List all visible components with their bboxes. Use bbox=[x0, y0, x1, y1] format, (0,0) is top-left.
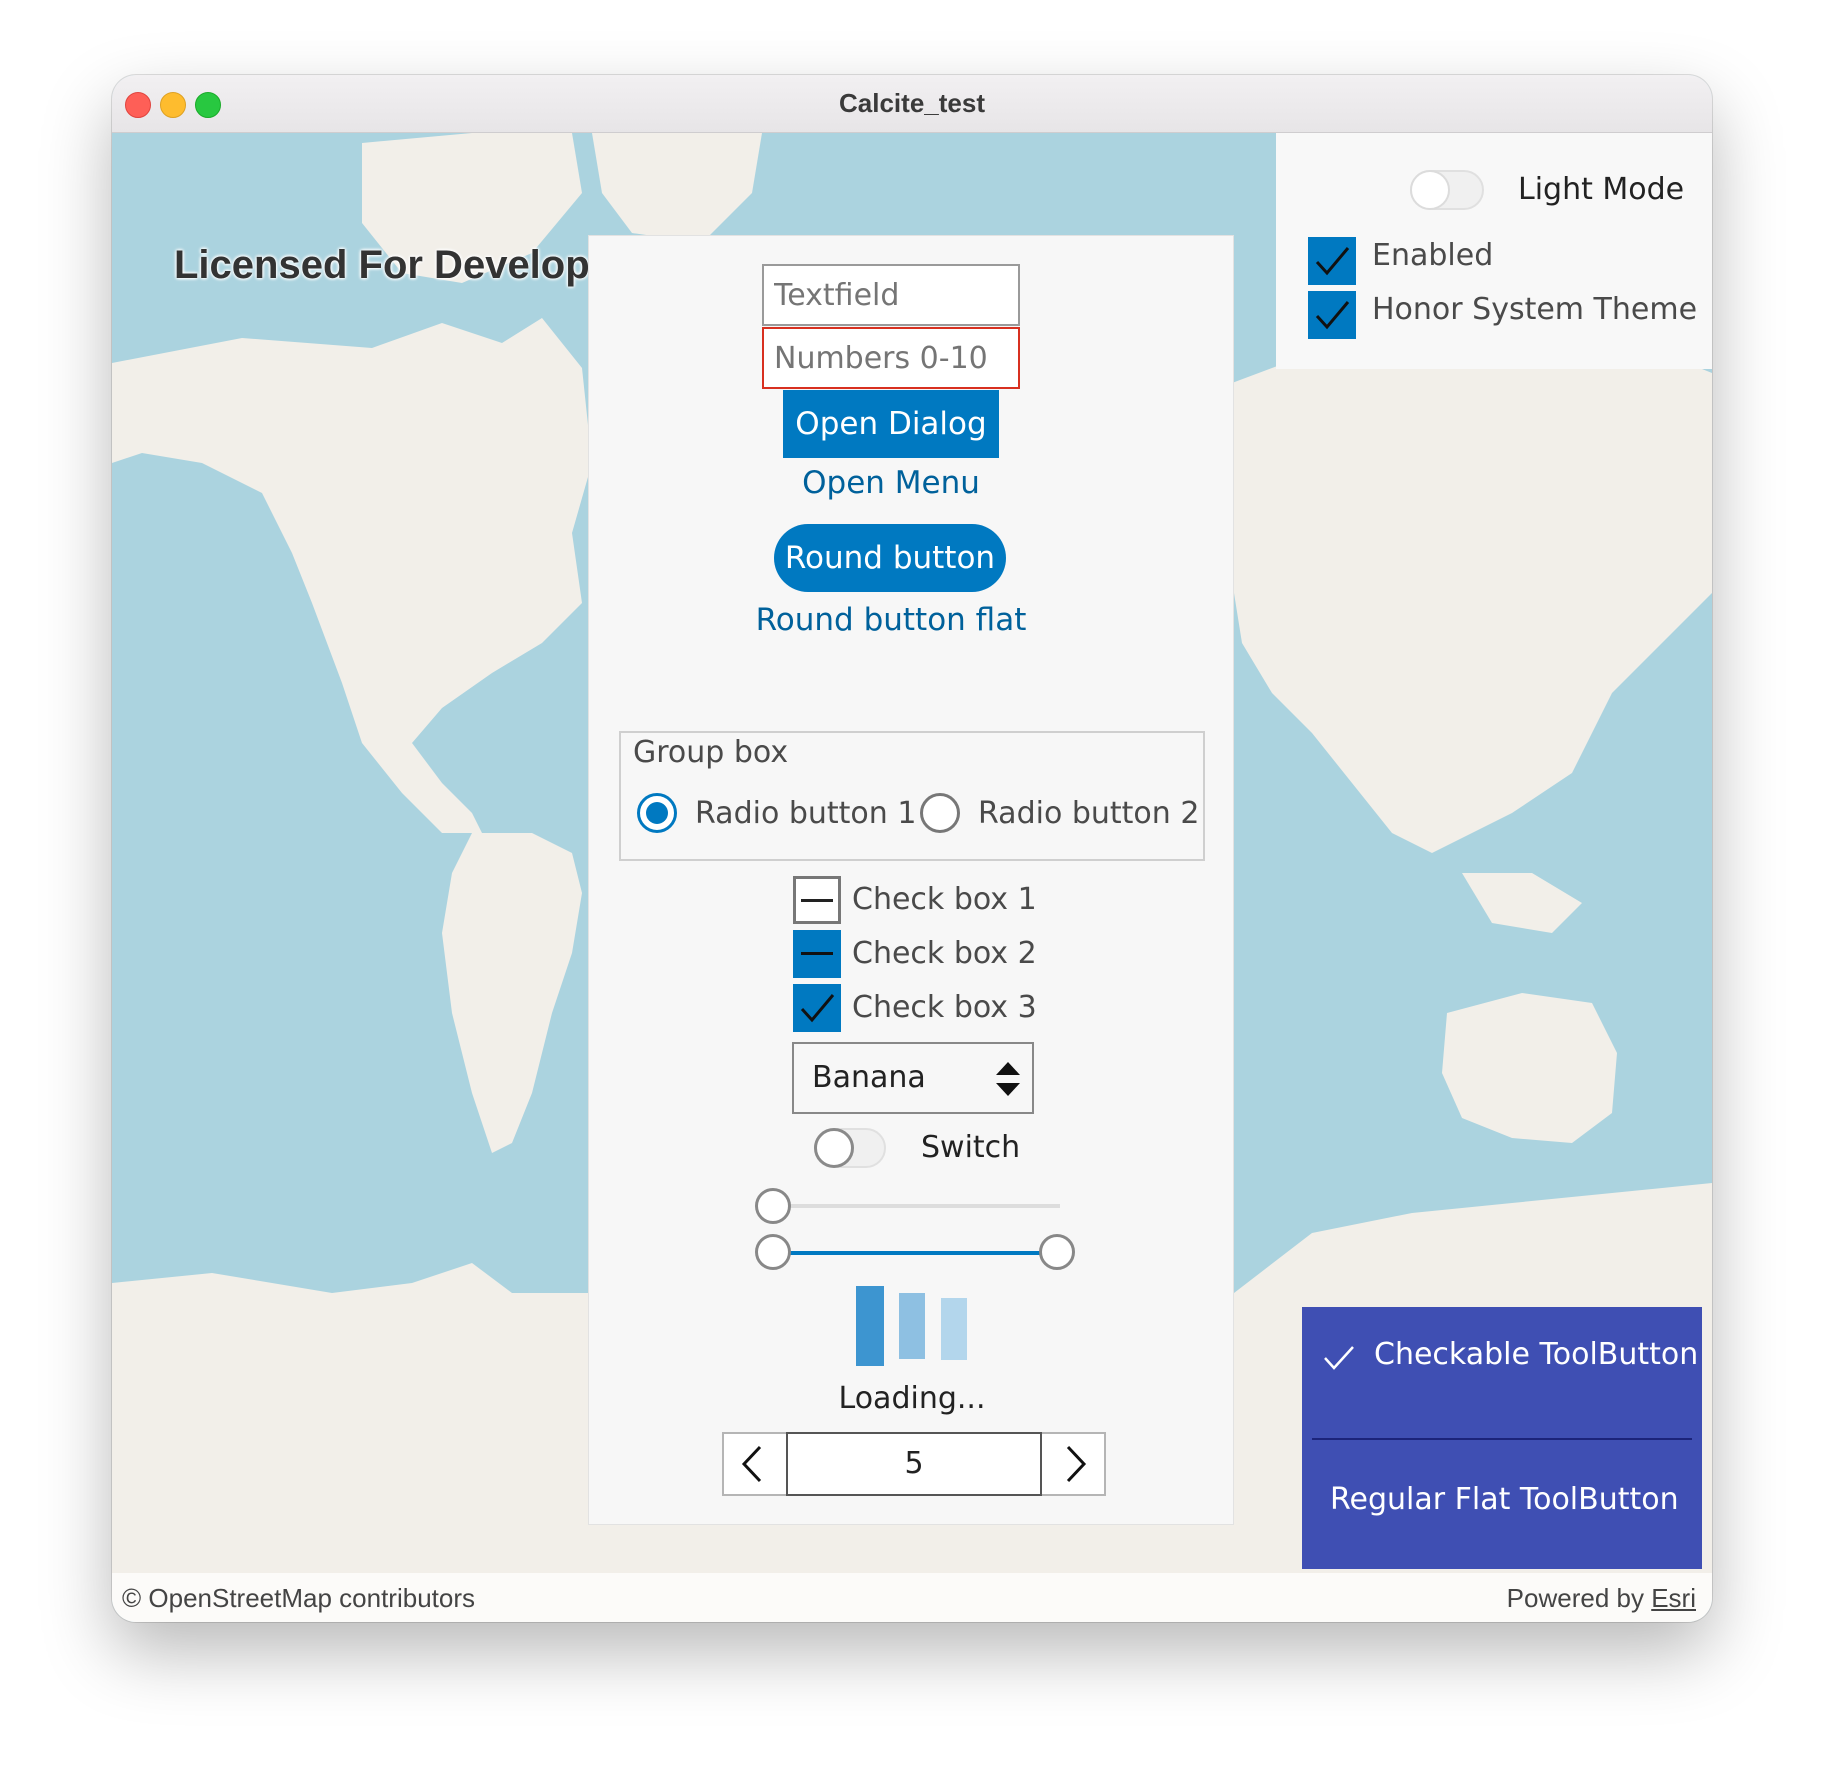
range-slider-end-handle[interactable] bbox=[1039, 1234, 1075, 1270]
group-box: Group box Radio button 1 Radio button 2 bbox=[619, 731, 1205, 861]
attribution-bar: © OpenStreetMap contributors Powered by … bbox=[112, 1573, 1712, 1622]
esri-attribution: Powered by Esri bbox=[1507, 1583, 1696, 1614]
fruit-combo-box[interactable]: Banana bbox=[792, 1042, 1034, 1114]
combo-value: Banana bbox=[812, 1060, 926, 1095]
honor-system-theme-checkbox[interactable] bbox=[1308, 291, 1356, 339]
switch-knob[interactable] bbox=[814, 1128, 854, 1168]
spin-increment-button[interactable] bbox=[1042, 1434, 1104, 1494]
numbers-input[interactable] bbox=[762, 327, 1020, 389]
enabled-checkbox[interactable] bbox=[1308, 237, 1356, 285]
window-title: Calcite_test bbox=[839, 88, 985, 118]
radio-button-1[interactable] bbox=[637, 793, 677, 833]
regular-flat-tool-button[interactable]: Regular Flat ToolButton bbox=[1302, 1440, 1702, 1569]
spin-value[interactable]: 5 bbox=[786, 1432, 1042, 1496]
esri-link[interactable]: Esri bbox=[1651, 1583, 1696, 1613]
radio-dot bbox=[646, 802, 668, 824]
partial-mark bbox=[801, 899, 833, 902]
theme-settings-panel: Light Mode Enabled Honor System Theme bbox=[1276, 133, 1712, 369]
check-icon bbox=[800, 994, 835, 1023]
textfield-input[interactable] bbox=[762, 264, 1020, 326]
partial-mark bbox=[801, 952, 833, 955]
checkable-tool-button[interactable]: Checkable ToolButton bbox=[1302, 1307, 1702, 1437]
app-window: Calcite_test Licensed For Developer Use … bbox=[112, 75, 1712, 1622]
check-box-3[interactable] bbox=[793, 984, 841, 1032]
busy-indicator-bar bbox=[941, 1298, 967, 1360]
check-box-1[interactable] bbox=[793, 876, 841, 924]
osm-attribution: © OpenStreetMap contributors bbox=[122, 1583, 475, 1613]
switch-label: Switch bbox=[921, 1130, 1021, 1165]
range-slider-track[interactable] bbox=[770, 1251, 1054, 1255]
chevron-left-icon bbox=[741, 1445, 762, 1483]
checkable-tool-button-label: Checkable ToolButton bbox=[1374, 1337, 1699, 1372]
slider-handle[interactable] bbox=[755, 1188, 791, 1224]
radio-button-2-label: Radio button 2 bbox=[978, 796, 1200, 831]
radio-button-2[interactable] bbox=[920, 793, 960, 833]
up-down-arrows-icon bbox=[996, 1062, 1020, 1096]
check-icon bbox=[1315, 301, 1350, 330]
radio-button-1-label: Radio button 1 bbox=[695, 796, 917, 831]
check-box-2[interactable] bbox=[793, 930, 841, 978]
loading-label: Loading... bbox=[838, 1381, 986, 1416]
open-menu-button[interactable]: Open Menu bbox=[739, 465, 1043, 501]
check-icon bbox=[1324, 1346, 1354, 1370]
light-mode-switch-knob[interactable] bbox=[1410, 170, 1450, 210]
open-dialog-button[interactable]: Open Dialog bbox=[783, 390, 999, 458]
group-box-title: Group box bbox=[633, 735, 789, 770]
check-box-2-label: Check box 2 bbox=[852, 936, 1037, 971]
title-bar: Calcite_test bbox=[112, 75, 1712, 133]
controls-panel: Open Dialog Open Menu Round button Round… bbox=[588, 235, 1234, 1525]
tool-button-panel: Checkable ToolButton Regular Flat ToolBu… bbox=[1302, 1307, 1702, 1569]
check-icon bbox=[1315, 247, 1350, 276]
range-slider-start-handle[interactable] bbox=[755, 1234, 791, 1270]
chevron-right-icon bbox=[1066, 1445, 1087, 1483]
check-box-1-label: Check box 1 bbox=[852, 882, 1037, 917]
round-button[interactable]: Round button bbox=[774, 524, 1006, 592]
check-box-3-label: Check box 3 bbox=[852, 990, 1037, 1025]
light-mode-label: Light Mode bbox=[1518, 172, 1685, 207]
round-button-flat[interactable]: Round button flat bbox=[739, 602, 1043, 638]
spin-decrement-button[interactable] bbox=[724, 1434, 786, 1494]
honor-system-theme-label: Honor System Theme bbox=[1372, 292, 1698, 327]
regular-flat-tool-button-label: Regular Flat ToolButton bbox=[1330, 1482, 1679, 1517]
powered-by-text: Powered by bbox=[1506, 1583, 1644, 1613]
busy-indicator-bar bbox=[899, 1293, 925, 1359]
slider-track[interactable] bbox=[770, 1204, 1060, 1208]
spin-box: 5 bbox=[722, 1432, 1106, 1496]
enabled-label: Enabled bbox=[1372, 238, 1494, 273]
busy-indicator-bar bbox=[856, 1286, 884, 1366]
